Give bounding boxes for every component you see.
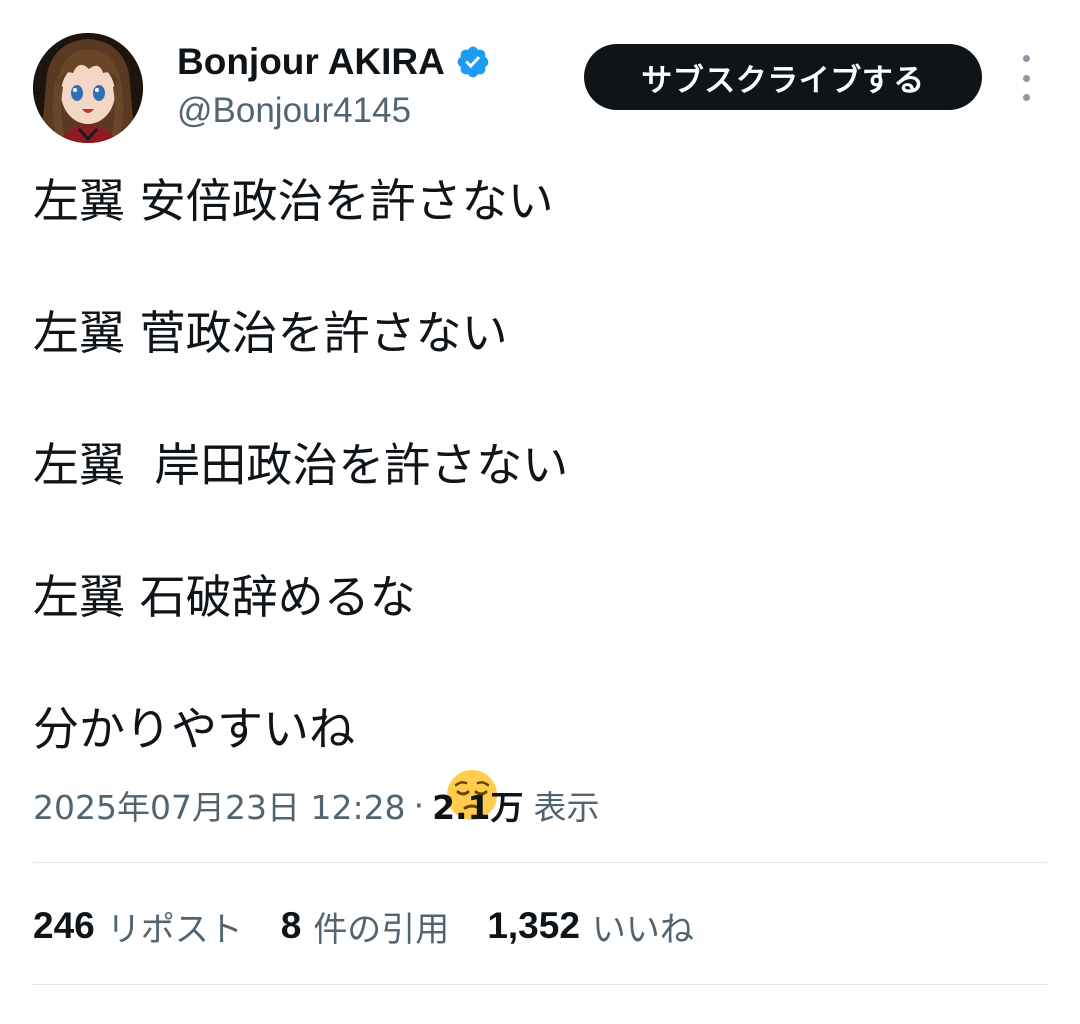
- tweet-text: 左翼 安倍政治を許さない 左翼 菅政治を許さない 左翼 岸田政治を許さない 左翼…: [33, 168, 1047, 820]
- author-display-name[interactable]: Bonjour AKIRA: [177, 39, 445, 85]
- likes-label: いいね: [591, 909, 694, 950]
- divider: [33, 984, 1047, 985]
- views-label: 表示: [533, 788, 600, 827]
- reposts-stat[interactable]: 246 リポスト: [33, 902, 243, 951]
- tweet-line-last: 分かりやすいね: [33, 696, 1047, 820]
- pensive-face-emoji-icon: [357, 702, 497, 820]
- subscribe-button[interactable]: サブスクライブする: [584, 44, 982, 110]
- likes-stat[interactable]: 1,352 いいね: [487, 902, 694, 951]
- tweet-line: 分かりやすいね: [33, 702, 355, 756]
- tweet-header: Bonjour AKIRA @Bonjour4145 サブスクライブする: [33, 33, 1047, 145]
- tweet-line: 左翼 菅政治を許さない: [33, 306, 508, 360]
- views-count: 2.1万: [432, 788, 524, 827]
- author-name-row: Bonjour AKIRA: [177, 39, 491, 85]
- reposts-count: 246: [33, 905, 95, 946]
- tweet-meta: 2025年07月23日 12:28 · 2.1万 表示: [33, 780, 600, 830]
- quotes-stat[interactable]: 8 件の引用: [281, 902, 450, 951]
- quotes-count: 8: [280, 905, 302, 946]
- tweet-line: 左翼 岸田政治を許さない: [33, 438, 569, 492]
- avatar[interactable]: [33, 33, 143, 143]
- more-vertical-icon[interactable]: [1011, 55, 1041, 101]
- more-dot: [1022, 94, 1030, 101]
- engagement-stats: 246 リポスト 8 件の引用 1,352 いいね: [33, 898, 732, 954]
- tweet-timestamp[interactable]: 2025年07月23日 12:28: [33, 781, 406, 829]
- meta-separator: ·: [413, 785, 425, 825]
- author-handle[interactable]: @Bonjour4145: [177, 89, 411, 133]
- divider: [33, 862, 1047, 863]
- tweet-line: 左翼 安倍政治を許さない: [33, 174, 554, 228]
- verified-badge-icon[interactable]: [455, 44, 491, 80]
- reposts-label: リポスト: [106, 909, 243, 950]
- quotes-label: 件の引用: [313, 909, 450, 950]
- tweet-line: 左翼 石破辞めるな: [33, 570, 416, 624]
- more-dot: [1022, 74, 1030, 82]
- likes-count: 1,352: [487, 905, 580, 946]
- more-dot: [1022, 55, 1030, 62]
